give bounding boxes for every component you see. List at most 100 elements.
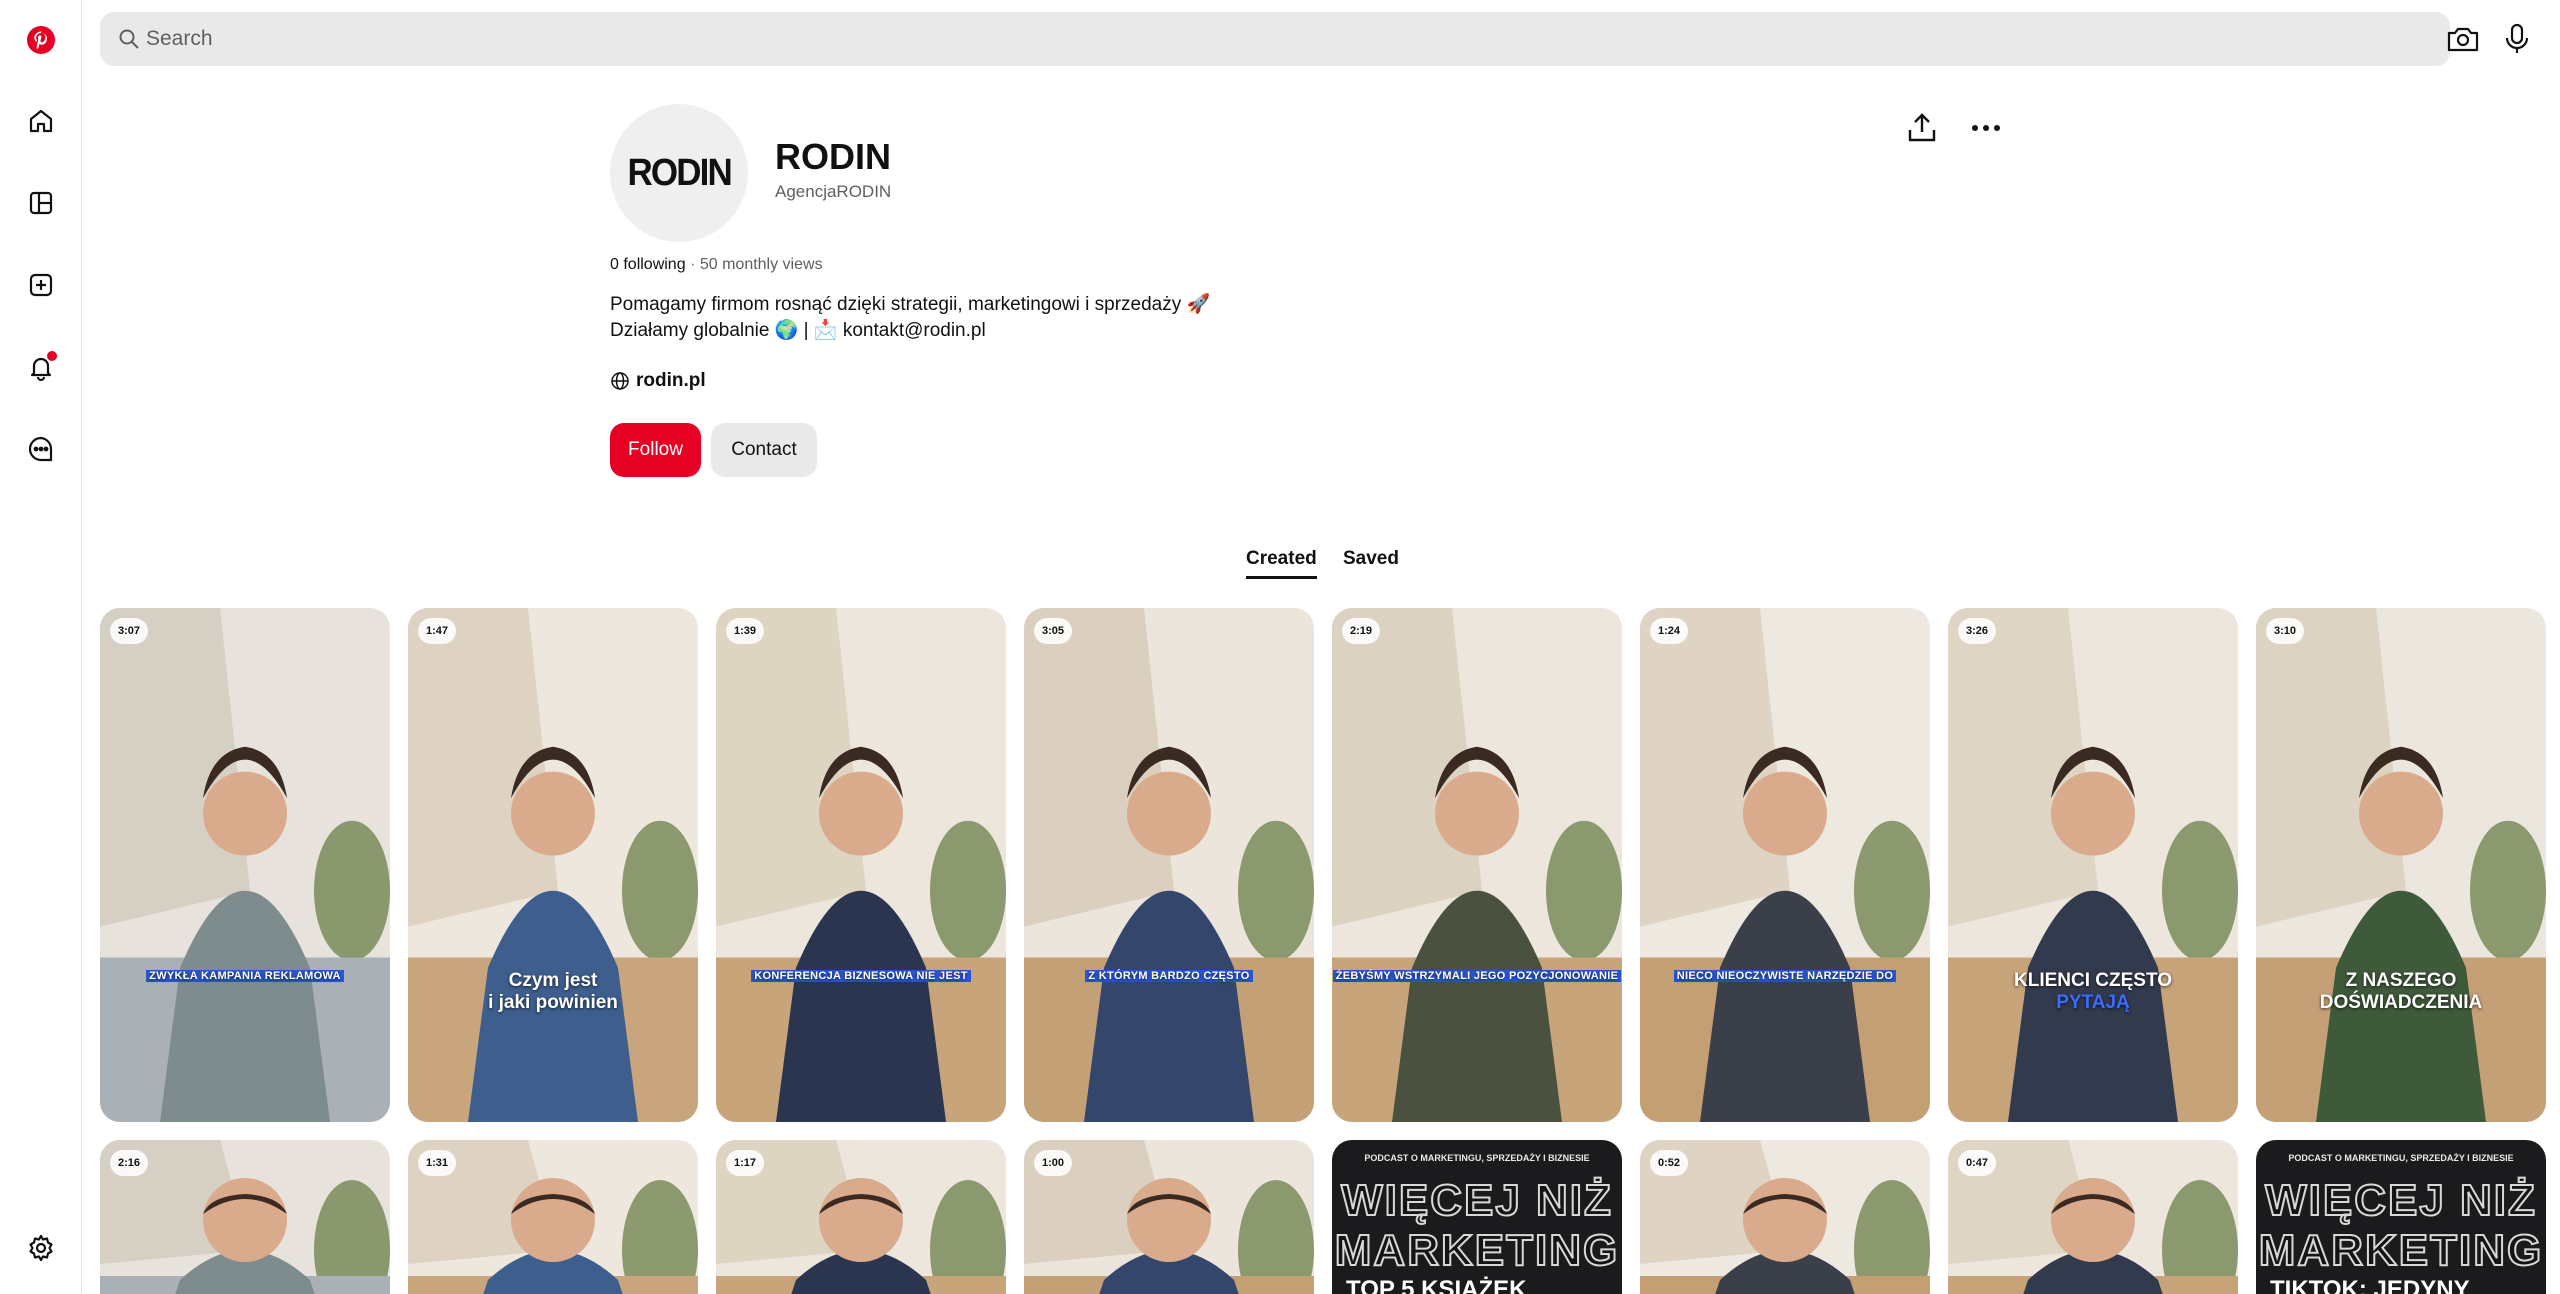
podcast-pin[interactable]: PODCAST O MARKETINGU, SPRZEDAŻY I BIZNES…	[1332, 1140, 1622, 1294]
video-pin[interactable]: 2:16	[100, 1140, 390, 1294]
pin-caption: ŻEBYŚMY WSTRZYMALI JEGO POZYCJONOWANIE	[1332, 970, 1622, 982]
video-duration-badge: 1:00	[1034, 1150, 1073, 1176]
plant-decor	[1238, 820, 1314, 961]
pin-video-thumbnail	[2256, 608, 2546, 1122]
plant-decor	[2470, 820, 2546, 961]
video-pin[interactable]: 0:47	[1948, 1140, 2238, 1294]
pin-caption-line: Czym jest	[508, 970, 598, 991]
video-duration-badge: 1:17	[726, 1150, 765, 1176]
pin-caption-text: ZWYKŁA KAMPANIA REKLAMOWA	[146, 970, 344, 982]
video-pin[interactable]: 0:52	[1640, 1140, 1930, 1294]
video-pin[interactable]: Z NASZEGO DOŚWIADCZENIA 3:10	[2256, 608, 2546, 1122]
video-pin[interactable]: ZWYKŁA KAMPANIA REKLAMOWA 3:07	[100, 608, 390, 1122]
pin-caption-text: NIECO NIEOCZYWISTE NARZĘDZIE DO	[1673, 970, 1897, 982]
video-duration-badge: 3:10	[2266, 618, 2305, 644]
more-options-icon[interactable]	[1966, 110, 2006, 146]
video-duration-badge: 1:24	[1650, 618, 1689, 644]
podcast-subtitle: TIKTOK: JEDYNY	[2270, 1276, 2470, 1294]
pin-video-thumbnail	[1024, 608, 1314, 1122]
pin-video-thumbnail	[716, 608, 1006, 1122]
website-link[interactable]: rodin.pl	[610, 370, 706, 392]
explore-icon[interactable]	[21, 183, 61, 223]
pin-video-thumbnail	[1640, 608, 1930, 1122]
plant-decor	[314, 820, 390, 961]
pin-caption-text: ŻEBYŚMY WSTRZYMALI JEGO POZYCJONOWANIE	[1332, 970, 1622, 982]
video-duration-badge: 2:16	[110, 1150, 149, 1176]
pin-caption: ZWYKŁA KAMPANIA REKLAMOWA	[100, 970, 390, 982]
globe-icon	[611, 372, 629, 390]
profile-handle: AgencjaRODIN	[775, 182, 892, 201]
settings-icon[interactable]	[21, 1228, 61, 1268]
pin-caption-text: Z KTÓRYM BARDZO CZĘSTO	[1085, 970, 1253, 982]
plant-decor	[1854, 820, 1930, 961]
tab-saved[interactable]: Saved	[1343, 548, 1399, 570]
video-pin[interactable]: KONFERENCJA BIZNESOWA NIE JEST 1:39	[716, 608, 1006, 1122]
website-label: rodin.pl	[636, 370, 706, 391]
video-duration-badge: 3:07	[110, 618, 149, 644]
podcast-pin[interactable]: PODCAST O MARKETINGU, SPRZEDAŻY I BIZNES…	[2256, 1140, 2546, 1294]
pin-caption-line: PYTAJĄ	[2056, 992, 2130, 1013]
video-duration-badge: 3:26	[1958, 618, 1997, 644]
search-bar[interactable]: R	[100, 12, 2529, 66]
video-pin[interactable]: Z KTÓRYM BARDZO CZĘSTO 3:05	[1024, 608, 1314, 1122]
visual-search-camera-icon[interactable]	[2446, 24, 2480, 54]
plant-decor	[1546, 820, 1622, 961]
plant-decor	[2162, 820, 2238, 961]
video-duration-badge: 1:47	[418, 618, 457, 644]
create-icon[interactable]	[21, 265, 61, 305]
video-pin[interactable]: Czym jest i jaki powinien 1:47	[408, 608, 698, 1122]
video-pin[interactable]: NIECO NIEOCZYWISTE NARZĘDZIE DO 1:24	[1640, 608, 1930, 1122]
follow-button[interactable]: Follow	[610, 423, 701, 477]
bio-line: Pomagamy firmom rosnąć dzięki strategii,…	[610, 294, 1211, 315]
messages-icon[interactable]	[21, 429, 61, 469]
notification-badge	[47, 351, 57, 361]
video-duration-badge: 2:19	[1342, 618, 1381, 644]
video-duration-badge: 0:52	[1650, 1150, 1689, 1176]
video-duration-badge: 0:47	[1958, 1150, 1997, 1176]
video-duration-badge: 1:31	[418, 1150, 457, 1176]
pin-caption: Z KTÓRYM BARDZO CZĘSTO	[1024, 970, 1314, 982]
pin-video-thumbnail	[100, 608, 390, 1122]
podcast-subtitle: TOP 5 KSIĄŻEK	[1346, 1276, 1527, 1294]
bio-line: Działamy globalnie 🌍 | 📩 kontakt@rodin.p…	[610, 320, 986, 341]
notifications-icon[interactable]	[21, 347, 61, 387]
video-pin[interactable]: 1:00	[1024, 1140, 1314, 1294]
pin-video-thumbnail	[408, 608, 698, 1122]
share-icon[interactable]	[1904, 110, 1940, 146]
profile-name: RODIN	[775, 136, 891, 177]
pin-caption-line: DOŚWIADCZENIA	[2319, 992, 2483, 1013]
podcast-tagline: PODCAST O MARKETINGU, SPRZEDAŻY I BIZNES…	[1364, 1153, 1590, 1163]
following-count[interactable]: 0 following	[610, 256, 686, 273]
pinterest-logo-icon[interactable]	[21, 20, 61, 60]
contact-button[interactable]: Contact	[711, 423, 817, 477]
monthly-views: 50 monthly views	[699, 256, 823, 273]
profile-stats: 0 following · 50 monthly views	[610, 256, 823, 274]
plant-decor	[622, 820, 698, 961]
pin-caption-line: Z NASZEGO	[2345, 970, 2457, 991]
pin-video-thumbnail	[1948, 608, 2238, 1122]
video-duration-badge: 3:05	[1034, 618, 1073, 644]
video-pin[interactable]: ŻEBYŚMY WSTRZYMALI JEGO POZYCJONOWANIE 2:…	[1332, 608, 1622, 1122]
search-input[interactable]	[146, 12, 2346, 66]
video-pin[interactable]: KLIENCI CZĘSTO PYTAJĄ 3:26	[1948, 608, 2238, 1122]
tab-created[interactable]: Created	[1246, 548, 1317, 579]
stats-separator: ·	[690, 256, 696, 273]
profile-avatar: RODIN	[610, 104, 748, 242]
home-icon[interactable]	[21, 101, 61, 141]
pin-caption-line: KLIENCI CZĘSTO	[2014, 970, 2172, 991]
profile-bio: Pomagamy firmom rosnąć dzięki strategii,…	[610, 292, 1210, 344]
video-pin[interactable]: 1:31	[408, 1140, 698, 1294]
sidebar	[0, 0, 82, 1294]
podcast-tagline: PODCAST O MARKETINGU, SPRZEDAŻY I BIZNES…	[2288, 1153, 2514, 1163]
profile-logo-text: RODIN	[627, 151, 732, 194]
video-duration-badge: 1:39	[726, 618, 765, 644]
podcast-title: WIĘCEJ NIŻ MARKETING	[1334, 1175, 1620, 1276]
pin-caption-text: KONFERENCJA BIZNESOWA NIE JEST	[751, 970, 971, 982]
pin-caption: NIECO NIEOCZYWISTE NARZĘDZIE DO	[1640, 970, 1930, 982]
pin-video-thumbnail	[1332, 608, 1622, 1122]
search-icon	[119, 29, 139, 49]
video-pin[interactable]: 1:17	[716, 1140, 1006, 1294]
podcast-title: WIĘCEJ NIŻ MARKETING	[2258, 1175, 2544, 1276]
microphone-icon[interactable]	[2502, 22, 2532, 56]
plant-decor	[930, 820, 1006, 961]
